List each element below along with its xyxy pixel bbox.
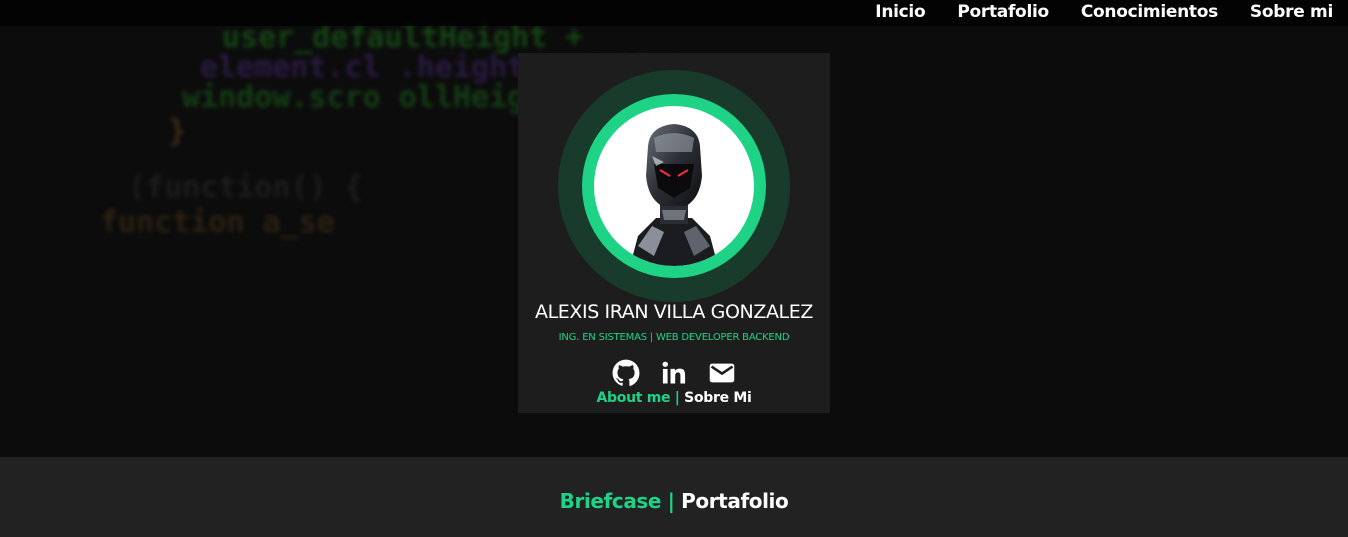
nav-link-conocimientos[interactable]: Conocimientos [1081, 2, 1218, 22]
about-separator: | [670, 390, 685, 406]
section-title: Briefcase | Portafolio [0, 489, 1348, 513]
about-me-label: About me [596, 390, 671, 406]
top-navbar: Inicio Portafolio Conocimientos Sobre mi [0, 0, 1348, 26]
nav-link-inicio[interactable]: Inicio [875, 2, 925, 22]
sobre-mi-label: Sobre Mi [684, 390, 752, 406]
robot-avatar-icon [630, 124, 718, 266]
social-links [518, 359, 830, 387]
section-title-secondary: Portafolio [681, 489, 789, 513]
section-title-primary: Briefcase [559, 489, 662, 513]
profile-name: ALEXIS IRAN VILLA GONZALEZ [535, 301, 813, 323]
nav-link-portafolio[interactable]: Portafolio [957, 2, 1049, 22]
github-icon[interactable] [612, 359, 640, 387]
avatar-ring-outer [558, 70, 790, 302]
mail-icon[interactable] [708, 359, 736, 387]
profile-subtitle: ING. EN SISTEMAS | WEB DEVELOPER BACKEND [558, 332, 790, 343]
about-me-link[interactable]: About me | Sobre Mi [518, 390, 830, 406]
linkedin-icon[interactable] [660, 359, 688, 387]
hero-section: user_defaultHeight + element.cl .height … [0, 0, 1348, 457]
profile-card: ALEXIS IRAN VILLA GONZALEZ ING. EN SISTE… [518, 53, 830, 413]
avatar-ring-inner [582, 94, 766, 278]
main-nav: Inicio Portafolio Conocimientos Sobre mi [875, 2, 1333, 22]
avatar [594, 106, 754, 266]
nav-link-sobre-mi[interactable]: Sobre mi [1250, 2, 1333, 22]
section-title-separator: | [661, 489, 682, 513]
